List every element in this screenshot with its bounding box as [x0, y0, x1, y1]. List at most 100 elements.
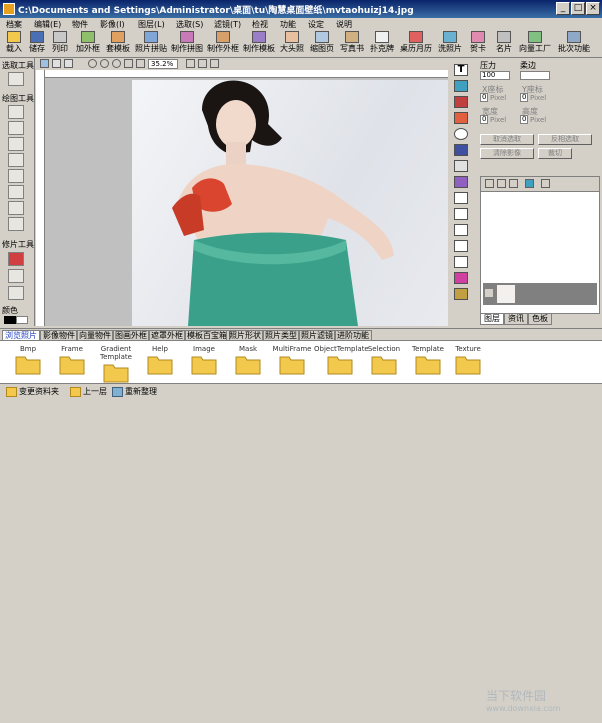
menu-select[interactable]: 选取(S): [176, 19, 203, 30]
load-button[interactable]: 载入: [4, 31, 24, 57]
red-frame-icon[interactable]: [454, 96, 468, 108]
pressure-input[interactable]: 100: [480, 71, 510, 80]
menu-file[interactable]: 档案: [6, 19, 22, 30]
tab-layers[interactable]: 图层: [480, 314, 504, 325]
star-icon[interactable]: [454, 272, 468, 284]
x-coord-input[interactable]: 0: [480, 93, 488, 102]
background-color[interactable]: [16, 316, 28, 324]
clone-tool[interactable]: [8, 269, 24, 283]
hand-pan-icon[interactable]: [198, 59, 207, 68]
clear-image-button[interactable]: 清除影像: [480, 148, 534, 159]
fill-tool[interactable]: [8, 153, 24, 167]
redeye-tool[interactable]: [8, 252, 24, 266]
clock-icon[interactable]: [454, 128, 468, 140]
print-button[interactable]: 列印: [50, 31, 70, 57]
tab-info[interactable]: 资讯: [504, 314, 528, 325]
text-tool-icon[interactable]: T: [454, 64, 468, 76]
layer-props-icon[interactable]: [509, 179, 518, 188]
arrow-right-icon[interactable]: [454, 240, 468, 252]
calendar-button[interactable]: 桌历月历: [398, 31, 434, 57]
view-toggle-icon[interactable]: [210, 59, 219, 68]
folder-item[interactable]: Selection: [362, 345, 406, 383]
greeting-card-button[interactable]: 贺卡: [468, 31, 488, 57]
apply-template-button[interactable]: 套模板: [104, 31, 132, 57]
color-frame-icon[interactable]: [454, 112, 468, 124]
batch-function-button[interactable]: 批次功能: [556, 31, 592, 57]
refresh-button[interactable]: 重新整理: [112, 386, 157, 398]
menu-settings[interactable]: 设定: [308, 19, 324, 30]
folder-item[interactable]: Mask: [226, 345, 270, 383]
pointer-select-icon[interactable]: [454, 224, 468, 236]
brush-tool[interactable]: [8, 105, 24, 119]
make-frame-button[interactable]: 制作外框: [206, 31, 240, 57]
menu-filter[interactable]: 滤镜(T): [214, 19, 241, 30]
filmstrip-icon[interactable]: [454, 160, 468, 172]
folder-item[interactable]: MultiFrame: [270, 345, 314, 383]
eraser-tool[interactable]: [8, 121, 24, 135]
photo-canvas[interactable]: [132, 80, 449, 326]
palette-icon[interactable]: [454, 288, 468, 300]
rectangle-tool[interactable]: [8, 217, 24, 231]
print-photo-button[interactable]: 洗照片: [436, 31, 464, 57]
menu-layer[interactable]: 图层(L): [138, 19, 165, 30]
layer-row[interactable]: [483, 283, 597, 305]
new-icon[interactable]: [40, 59, 49, 68]
shape-tool[interactable]: [8, 201, 24, 215]
folder-item[interactable]: Help: [138, 345, 182, 383]
cancel-select-button[interactable]: 取消选取: [480, 134, 534, 145]
tab-swatches[interactable]: 色板: [528, 314, 552, 325]
height-input[interactable]: 0: [520, 115, 528, 124]
smudge-tool[interactable]: [8, 286, 24, 300]
zoom-level[interactable]: 35.2%: [148, 59, 178, 69]
photo-book-button[interactable]: 写真书: [338, 31, 366, 57]
copy-icon[interactable]: [52, 59, 61, 68]
vector-factory-button[interactable]: 向量工厂: [518, 31, 552, 57]
new-layer-icon[interactable]: [485, 179, 494, 188]
fit-window-icon[interactable]: [136, 59, 145, 68]
zoom-fit-icon[interactable]: [112, 59, 121, 68]
zoom-in-icon[interactable]: [88, 59, 97, 68]
make-puzzle-button[interactable]: 制作拼图: [170, 31, 204, 57]
visibility-eye-icon[interactable]: [485, 289, 493, 297]
arrow-double-icon[interactable]: [454, 256, 468, 268]
layer-image-icon[interactable]: [525, 179, 534, 188]
rect-select-tool[interactable]: [8, 72, 24, 86]
thumbnail-page-button[interactable]: 缩图页: [308, 31, 336, 57]
up-level-button[interactable]: 上一层: [70, 386, 107, 398]
pointer-icon[interactable]: [186, 59, 195, 68]
make-template-button[interactable]: 制作模板: [242, 31, 276, 57]
change-folder-button[interactable]: 变更资料夹: [6, 386, 59, 398]
menu-help[interactable]: 说明: [336, 19, 352, 30]
dotted-rect-icon[interactable]: [454, 192, 468, 204]
delete-layer-icon[interactable]: [497, 179, 506, 188]
hand-tool[interactable]: [8, 169, 24, 183]
invert-select-button[interactable]: 反相选取: [538, 134, 592, 145]
softness-input[interactable]: [520, 71, 550, 80]
menu-edit[interactable]: 编辑(E): [34, 19, 61, 30]
close-button[interactable]: ×: [586, 2, 600, 15]
menu-image[interactable]: 影像(I): [100, 19, 125, 30]
layer-merge-icon[interactable]: [541, 179, 550, 188]
id-photo-button[interactable]: 大头照: [278, 31, 306, 57]
folder-item[interactable]: Frame: [50, 345, 94, 383]
folder-item[interactable]: Template: [406, 345, 450, 383]
menu-object[interactable]: 物件: [72, 19, 88, 30]
purple-shape-icon[interactable]: [454, 176, 468, 188]
folder-item[interactable]: Gradient Template: [94, 345, 138, 383]
chat-bubble-icon[interactable]: [454, 208, 468, 220]
landscape-icon[interactable]: [454, 80, 468, 92]
menu-view[interactable]: 检视: [252, 19, 268, 30]
add-frame-button[interactable]: 加外框: [74, 31, 102, 57]
crop-button[interactable]: 裁切: [538, 148, 572, 159]
zoom-out-icon[interactable]: [100, 59, 109, 68]
pen-tool[interactable]: [8, 137, 24, 151]
folder-item[interactable]: Bmp: [6, 345, 50, 383]
maximize-button[interactable]: □: [571, 2, 585, 15]
line-tool[interactable]: [8, 185, 24, 199]
exif-icon[interactable]: [454, 144, 468, 156]
save-button[interactable]: 储存: [27, 31, 47, 57]
y-coord-input[interactable]: 0: [520, 93, 528, 102]
width-input[interactable]: 0: [480, 115, 488, 124]
foreground-color[interactable]: [4, 316, 16, 324]
business-card-button[interactable]: 名片: [494, 31, 514, 57]
